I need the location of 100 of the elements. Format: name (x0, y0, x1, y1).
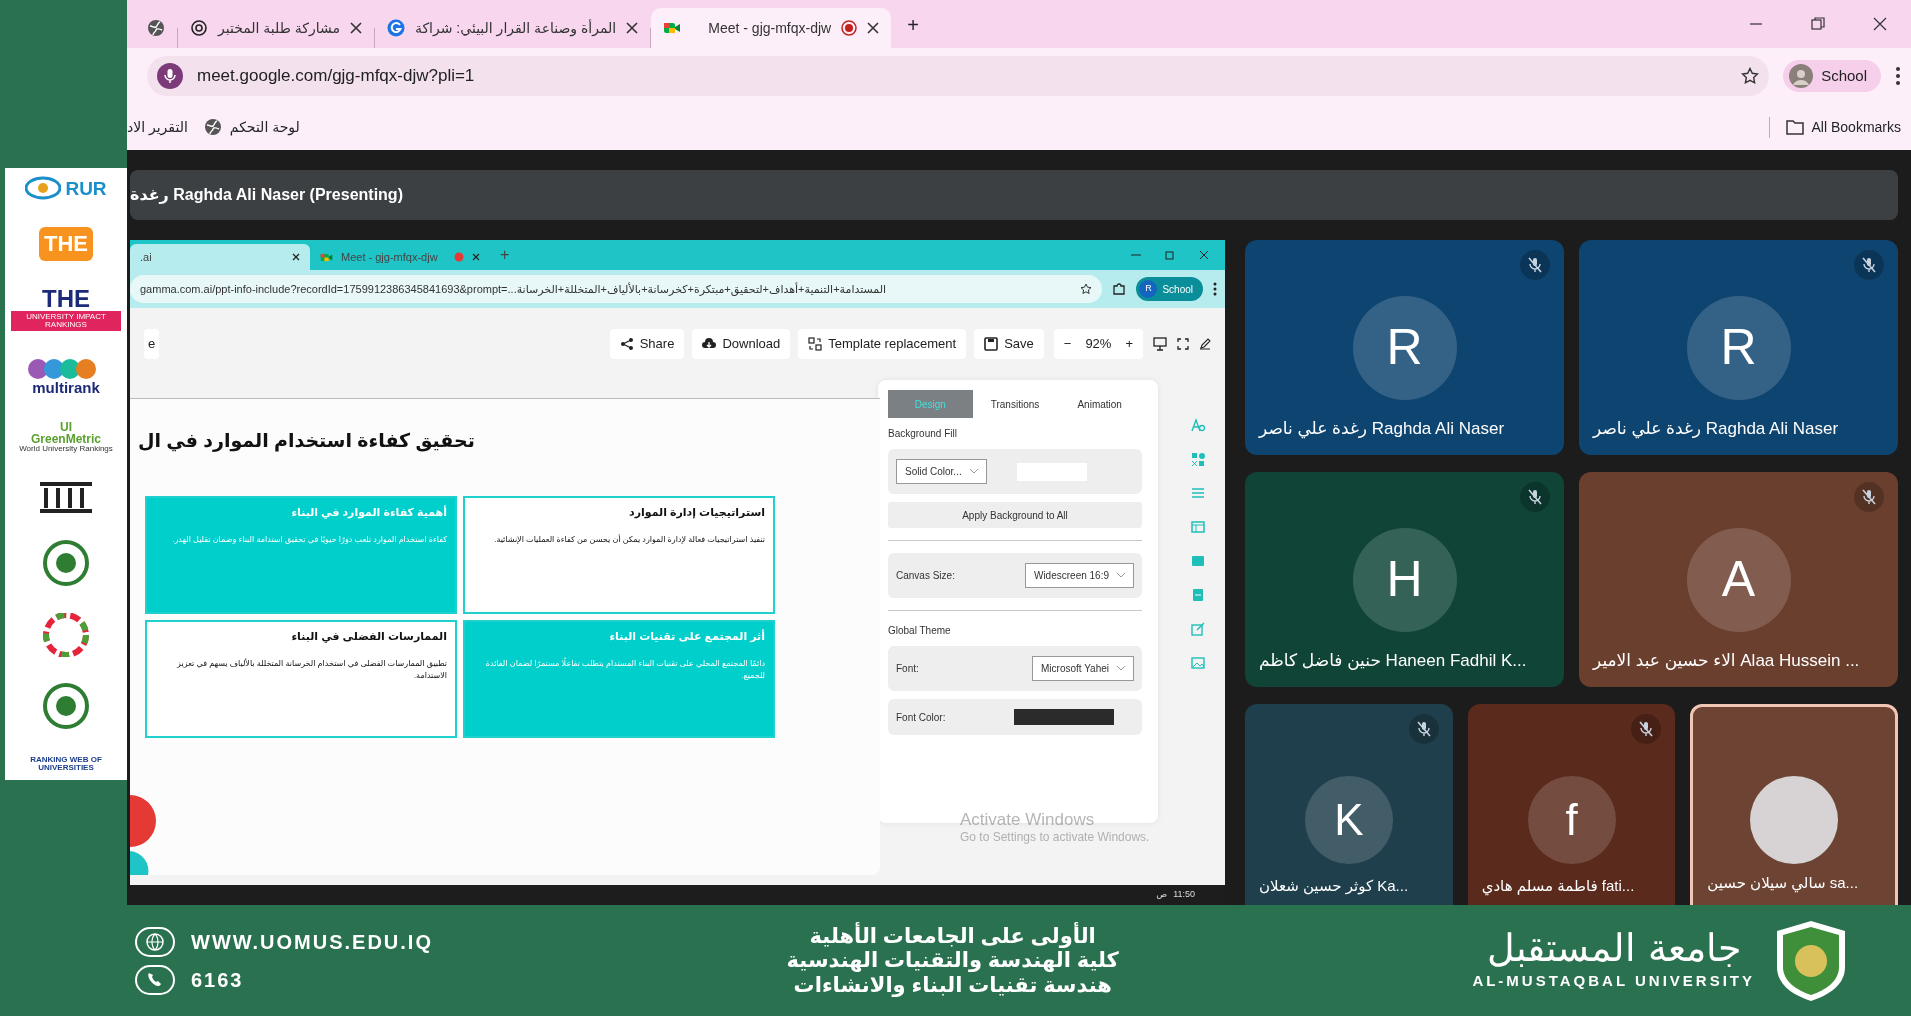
participant-name: رغدة علي ناصر Raghda Ali Naser (1593, 417, 1839, 441)
caret-icon (969, 469, 978, 474)
field-label: Font: (896, 662, 919, 676)
logo-text: RUR (65, 178, 107, 198)
share-icon (619, 337, 634, 351)
eye-logo-icon (25, 176, 62, 200)
cloud-download-icon (702, 337, 717, 351)
browser-tab[interactable]: Meet - gjg-mfqx-djw (310, 244, 490, 270)
close-icon[interactable] (1199, 250, 1209, 260)
participant-name: كوثر حسين شعلان Ka... (1259, 875, 1409, 897)
toolbar-button[interactable]: e (144, 329, 160, 359)
close-icon[interactable] (626, 22, 639, 34)
pencil-icon[interactable] (1199, 338, 1211, 350)
card-text: تنفيذ استراتيجيات فعالة لإدارة الموارد يمكن أن يحسن من كفاءة العمليات الإنشائية. (493, 534, 765, 546)
new-tab-button[interactable]: + (500, 243, 510, 267)
address-bar[interactable]: gamma.com.ai/ppt-info-include?recordId=1759912386345841693&prompt=...المستدامة+التنمية+أهداف+لتحقيق+مبتكرة+كخرسانة+بالألياف+المتخللة+الخرسانة (130, 275, 1103, 303)
website-text: WWW.UOMUS.EDU.IQ (191, 929, 433, 955)
columns-building-icon (38, 479, 94, 514)
close-icon[interactable] (867, 22, 880, 34)
close-icon[interactable] (472, 253, 480, 261)
profile-button[interactable]: R School (1136, 277, 1203, 301)
banner-text: كلية الهندسة والتقنيات الهندسية (786, 948, 1119, 973)
card-heading: أهمية كفاءة الموارد في البناء (290, 504, 447, 520)
tab-title: .ai (140, 249, 152, 265)
card-heading: أثر المجتمع على تقنيات البناء (608, 628, 765, 644)
apply-background-button[interactable]: Apply Background to All (888, 502, 1142, 528)
bookmark-link[interactable]: التقرير الاد (127, 116, 188, 138)
clock-period: ص (1156, 888, 1168, 902)
close-icon[interactable] (292, 253, 300, 261)
section-label: Background Fill (888, 427, 958, 441)
extension-icon[interactable] (1112, 282, 1127, 296)
bookmark-link[interactable]: لوحة التحكم (203, 116, 300, 138)
browser-tab[interactable]: .ai (130, 244, 310, 270)
round-logo-icon (386, 19, 405, 37)
panel-tab[interactable]: Animation (1057, 390, 1142, 418)
tab-title: Meet - gjg-mfqx-djw (341, 249, 438, 265)
menu-icon[interactable] (1895, 66, 1901, 86)
folder-icon (1785, 119, 1804, 135)
color-swatch[interactable] (1014, 709, 1114, 725)
logo-text: UNIVERSITY IMPACT RANKINGS (11, 311, 121, 332)
field-label: Canvas Size: (896, 569, 955, 583)
swap-squares-icon (808, 337, 823, 351)
banner-text: هندسة تقنيات البناء والانشاءات (792, 972, 1113, 997)
card-heading: استراتيجيات إدارة الموارد (628, 504, 765, 520)
card-text: دائمًا المجتمع المحلي على تقنيات البناء المستدام يتطلب تفاعلًا مستمرًا لضمان الفائدة للجميع. (484, 658, 765, 682)
caret-icon (1117, 573, 1125, 578)
restore-icon[interactable] (1811, 17, 1825, 31)
banner-text: الأولى على الجامعات الأهلية (808, 924, 1097, 949)
globe-icon (203, 118, 222, 136)
logo-badge: THE (39, 226, 93, 261)
fullscreen-icon[interactable] (1177, 338, 1189, 350)
close-icon[interactable] (349, 22, 362, 34)
card-text: تطبيق الممارسات الفضلى في استخدام الخرسانة المتخللة بالألياف يسهم في تعزيز الاستدامة. (175, 658, 447, 682)
emblem-icon (41, 540, 91, 587)
emblem-icon (41, 683, 91, 730)
watermark-title: Activate Windows (960, 810, 1096, 831)
participant-name: حنين فاضل كاظم Haneen Fadhil K... (1259, 649, 1527, 672)
participant-name: سالي سيلان حسين sa... (1707, 872, 1859, 894)
browser-tab[interactable]: المرأة وصناعة القرار البيئي: شراكة (374, 8, 651, 48)
slide-title: تحقيق كفاءة استخدام الموارد في ال (137, 429, 475, 454)
logo-text: RANKING WEB OF UNIVERSITIES (29, 755, 103, 772)
university-name-latin: AL-MUSTAQBAL UNIVERSITY (1472, 971, 1755, 992)
toolbar-button[interactable]: Share (609, 329, 685, 359)
www-globe-icon (135, 926, 175, 957)
canvas-size-dropdown[interactable]: Widescreen 16:9 (1024, 563, 1134, 588)
all-bookmarks-link[interactable]: All Bookmarks (1768, 116, 1901, 138)
star-icon[interactable] (1741, 67, 1760, 85)
toolbar-button[interactable]: Save (974, 329, 1044, 359)
logo-text: multirank (32, 379, 100, 395)
participant-name: فاطمة مسلم هادي fati... (1481, 875, 1635, 897)
zoom-out-button[interactable]: − (1063, 334, 1072, 354)
new-tab-button[interactable]: + (899, 6, 927, 44)
browser-tab[interactable]: مشاركة طلبة المختبر (178, 8, 374, 48)
watermark-text: Go to Settings to activate Windows. (960, 830, 1150, 845)
star-icon[interactable] (1080, 283, 1093, 295)
present-icon[interactable] (1153, 337, 1167, 351)
zoom-in-button[interactable]: + (1125, 334, 1133, 354)
font-dropdown[interactable]: Microsoft Yahei (1032, 656, 1134, 681)
color-wheel-icon (40, 612, 92, 657)
avatar-icon (1789, 64, 1814, 88)
avatar: K (1304, 775, 1393, 864)
close-icon[interactable] (1873, 17, 1887, 31)
address-bar[interactable]: meet.google.com/gjg-mfqx-djw?pli=1 (147, 56, 1770, 96)
avatar: A (1686, 527, 1791, 632)
fill-dropdown[interactable]: Solid Color... (896, 459, 987, 484)
card-heading: الممارسات الفضلى في البناء (290, 628, 447, 644)
toolbar-button[interactable]: Template replacement (798, 329, 967, 359)
profile-button[interactable]: School (1783, 60, 1881, 92)
restore-icon[interactable] (1165, 250, 1175, 260)
browser-tab[interactable]: Meet - gjg-mfqx-djw (651, 8, 892, 48)
toolbar-button[interactable]: Download (692, 329, 791, 359)
panel-tab[interactable]: Transitions (972, 390, 1058, 418)
menu-icon[interactable] (1213, 282, 1217, 296)
microphone-icon[interactable] (157, 63, 183, 89)
globe-icon (147, 19, 165, 37)
logo-text: UI GreenMetric (31, 421, 101, 446)
phone-number: 6163 (191, 967, 244, 993)
avatar: R (1352, 295, 1457, 400)
university-name: جامعة المستقبل (1486, 928, 1741, 971)
phone-icon (135, 964, 175, 995)
